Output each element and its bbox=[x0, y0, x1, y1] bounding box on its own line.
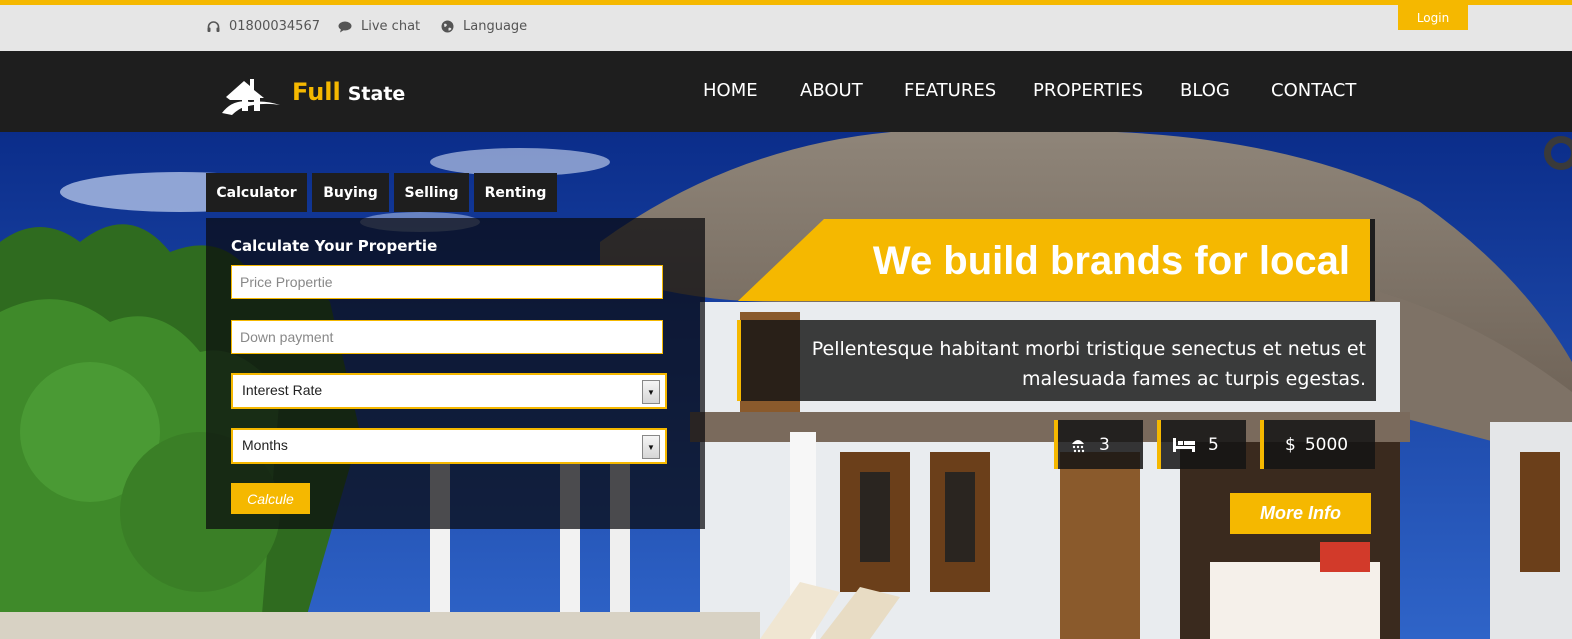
brand-word-state: State bbox=[347, 83, 406, 105]
bed-icon bbox=[1173, 437, 1195, 452]
hero-headline: We build brands for local bbox=[872, 239, 1350, 283]
tab-selling[interactable]: Selling bbox=[394, 173, 469, 212]
shower-icon bbox=[1072, 439, 1085, 452]
phone-contact[interactable]: 01800034567 bbox=[207, 19, 320, 34]
chevron-down-icon: ▼ bbox=[642, 435, 660, 459]
nav-contact[interactable]: CONTACT bbox=[1271, 80, 1356, 101]
beds-stat: 5 bbox=[1157, 420, 1246, 469]
phone-number: 01800034567 bbox=[229, 19, 320, 34]
calculator-panel: Calculate Your Propertie Interest Rate ▼… bbox=[206, 218, 705, 529]
brand-logo[interactable]: Full State bbox=[220, 65, 405, 115]
calculator-title: Calculate Your Propertie bbox=[231, 237, 438, 255]
nav-properties[interactable]: PROPERTIES bbox=[1033, 80, 1143, 101]
baths-stat: 3 bbox=[1054, 420, 1143, 469]
calculate-button[interactable]: Calcule bbox=[231, 483, 310, 514]
brand-word-full: Full bbox=[292, 78, 341, 106]
interest-rate-value: Interest Rate bbox=[242, 382, 323, 398]
language-label: Language bbox=[463, 19, 528, 34]
price-stat: $ 5000 bbox=[1260, 420, 1375, 469]
baths-count: 3 bbox=[1099, 434, 1110, 455]
beds-count: 5 bbox=[1208, 434, 1219, 455]
nav-features[interactable]: FEATURES bbox=[904, 80, 996, 101]
interest-rate-select[interactable]: Interest Rate ▼ bbox=[231, 373, 667, 409]
tab-buying[interactable]: Buying bbox=[312, 173, 389, 212]
tab-renting[interactable]: Renting bbox=[474, 173, 557, 212]
main-nav: Full State HOME ABOUT FEATURES PROPERTIE… bbox=[0, 51, 1572, 132]
slider-loader-icon bbox=[1544, 136, 1572, 170]
house-logo-icon bbox=[222, 79, 280, 115]
live-chat-link[interactable]: Live chat bbox=[338, 19, 420, 34]
hero-subtitle-box: Pellentesque habitant morbi tristique se… bbox=[737, 320, 1376, 401]
hero-subtitle-line1: Pellentesque habitant morbi tristique se… bbox=[811, 338, 1366, 360]
price-value: 5000 bbox=[1304, 434, 1349, 455]
chat-bubble-icon bbox=[338, 21, 352, 32]
tab-calculator[interactable]: Calculator bbox=[206, 173, 307, 212]
more-info-button[interactable]: More Info bbox=[1230, 493, 1371, 534]
globe-icon bbox=[441, 20, 454, 33]
login-button[interactable]: Login bbox=[1398, 5, 1468, 30]
hero-subtitle: Pellentesque habitant morbi tristique se… bbox=[812, 334, 1366, 394]
dollar-icon: $ bbox=[1285, 434, 1296, 455]
headset-icon bbox=[207, 20, 220, 32]
nav-about[interactable]: ABOUT bbox=[800, 80, 863, 101]
hero-headline-banner: We build brands for local bbox=[738, 219, 1375, 301]
months-select[interactable]: Months ▼ bbox=[231, 428, 667, 464]
nav-home[interactable]: HOME bbox=[703, 80, 758, 101]
live-chat-label: Live chat bbox=[361, 19, 421, 34]
chevron-down-icon: ▼ bbox=[642, 380, 660, 404]
months-value: Months bbox=[242, 437, 288, 453]
nav-blog[interactable]: BLOG bbox=[1180, 80, 1230, 101]
down-payment-input[interactable] bbox=[231, 320, 663, 354]
language-selector[interactable]: Language bbox=[441, 19, 527, 34]
top-bar: 01800034567 Live chat Language Login bbox=[0, 0, 1572, 51]
price-input[interactable] bbox=[231, 265, 663, 299]
hero-subtitle-line2: malesuada fames ac turpis egestas. bbox=[1022, 368, 1366, 390]
